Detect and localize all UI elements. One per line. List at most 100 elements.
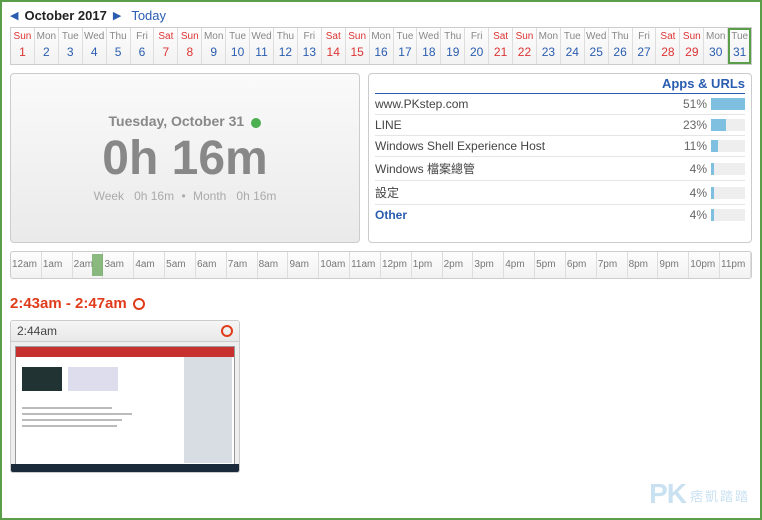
calendar-day[interactable]: Fri27: [633, 28, 657, 64]
date-nav: ◀ October 2017 ▶ Today: [10, 8, 752, 23]
day-of-week: Fri: [465, 30, 488, 44]
calendar-day[interactable]: Tue17: [394, 28, 418, 64]
calendar-day[interactable]: Thu26: [609, 28, 633, 64]
app-name: 設定: [375, 184, 673, 201]
hour-cell[interactable]: 8am: [258, 252, 289, 278]
day-number: 13: [298, 44, 321, 60]
calendar-day[interactable]: Thu19: [441, 28, 465, 64]
calendar-day[interactable]: Sun22: [513, 28, 537, 64]
day-number: 18: [417, 44, 440, 60]
calendar-day[interactable]: Sun29: [680, 28, 704, 64]
day-number: 6: [131, 44, 154, 60]
calendar-day[interactable]: Mon2: [35, 28, 59, 64]
calendar-day[interactable]: Wed11: [250, 28, 274, 64]
day-number: 30: [704, 44, 727, 60]
app-percent: 23%: [673, 118, 707, 132]
app-row-other[interactable]: Other4%: [375, 205, 745, 225]
day-number: 4: [83, 44, 106, 60]
today-button[interactable]: Today: [131, 8, 166, 23]
hour-cell[interactable]: 1am: [42, 252, 73, 278]
calendar-day[interactable]: Tue31: [728, 28, 751, 64]
calendar-day[interactable]: Tue3: [59, 28, 83, 64]
day-of-week: Sun: [513, 30, 536, 44]
calendar-day[interactable]: Wed4: [83, 28, 107, 64]
hour-cell[interactable]: 3pm: [473, 252, 504, 278]
hour-cell[interactable]: 7am: [227, 252, 258, 278]
day-number: 14: [322, 44, 345, 60]
apps-header[interactable]: Apps & URLs: [375, 76, 745, 94]
range-status-icon: [133, 298, 145, 310]
hour-cell[interactable]: 4pm: [504, 252, 535, 278]
day-of-week: Sun: [346, 30, 369, 44]
app-bar: [711, 119, 745, 131]
hour-cell[interactable]: 9pm: [658, 252, 689, 278]
day-of-week: Tue: [561, 30, 584, 44]
watermark: PK痞凱踏踏: [649, 478, 750, 510]
hour-cell[interactable]: 11pm: [720, 252, 751, 278]
screenshot-card[interactable]: 2:44am: [10, 320, 240, 473]
calendar-day[interactable]: Fri20: [465, 28, 489, 64]
app-row[interactable]: www.PKstep.com51%: [375, 94, 745, 115]
hour-cell[interactable]: 10pm: [689, 252, 720, 278]
calendar-day[interactable]: Fri13: [298, 28, 322, 64]
hour-cell[interactable]: 12am: [11, 252, 42, 278]
hour-cell[interactable]: 6pm: [566, 252, 597, 278]
calendar-day[interactable]: Sun1: [11, 28, 35, 64]
app-row[interactable]: 設定4%: [375, 181, 745, 205]
screenshot-status-icon: [221, 325, 233, 337]
next-month-button[interactable]: ▶: [113, 9, 121, 22]
prev-month-button[interactable]: ◀: [10, 9, 18, 22]
hour-cell[interactable]: 1pm: [412, 252, 443, 278]
hour-cell[interactable]: 9am: [288, 252, 319, 278]
calendar-day[interactable]: Thu12: [274, 28, 298, 64]
calendar-day[interactable]: Wed25: [585, 28, 609, 64]
day-number: 8: [178, 44, 201, 60]
calendar-day[interactable]: Sat14: [322, 28, 346, 64]
hour-cell[interactable]: 10am: [319, 252, 350, 278]
app-percent: 4%: [673, 208, 707, 222]
hour-cell[interactable]: 12pm: [381, 252, 412, 278]
app-row[interactable]: Windows 檔案總管4%: [375, 157, 745, 181]
calendar-day[interactable]: Mon23: [537, 28, 561, 64]
day-of-week: Sun: [11, 30, 34, 44]
calendar-day[interactable]: Sat28: [656, 28, 680, 64]
calendar-day[interactable]: Sun15: [346, 28, 370, 64]
day-number: 2: [35, 44, 58, 60]
hour-cell[interactable]: 6am: [196, 252, 227, 278]
hour-cell[interactable]: 5am: [165, 252, 196, 278]
hour-cell[interactable]: 11am: [350, 252, 381, 278]
hour-cell[interactable]: 7pm: [597, 252, 628, 278]
timeline-activity-marker[interactable]: [92, 254, 102, 276]
calendar-day[interactable]: Wed18: [417, 28, 441, 64]
day-number: 25: [585, 44, 608, 60]
calendar-day[interactable]: Tue10: [226, 28, 250, 64]
app-name: LINE: [375, 118, 673, 132]
day-number: 11: [250, 44, 273, 60]
calendar-day[interactable]: Mon30: [704, 28, 728, 64]
hour-cell[interactable]: 4am: [134, 252, 165, 278]
calendar-day[interactable]: Sun8: [178, 28, 202, 64]
separator-dot-icon: •: [181, 189, 185, 203]
day-of-week: Sat: [656, 30, 679, 44]
calendar-day[interactable]: Mon16: [370, 28, 394, 64]
hour-timeline[interactable]: 12am1am2am3am4am5am6am7am8am9am10am11am1…: [10, 251, 752, 279]
calendar-day[interactable]: Tue24: [561, 28, 585, 64]
hour-cell[interactable]: 3am: [103, 252, 134, 278]
calendar-day[interactable]: Thu5: [107, 28, 131, 64]
day-of-week: Mon: [370, 30, 393, 44]
calendar-day[interactable]: Fri6: [131, 28, 155, 64]
calendar-day[interactable]: Sat21: [489, 28, 513, 64]
hour-cell[interactable]: 5pm: [535, 252, 566, 278]
day-of-week: Tue: [59, 30, 82, 44]
hour-cell[interactable]: 8pm: [628, 252, 659, 278]
app-name: Windows 檔案總管: [375, 160, 673, 177]
calendar-day[interactable]: Mon9: [202, 28, 226, 64]
app-row[interactable]: LINE23%: [375, 115, 745, 136]
day-number: 26: [609, 44, 632, 60]
hour-cell[interactable]: 2pm: [443, 252, 474, 278]
day-number: 10: [226, 44, 249, 60]
calendar-day[interactable]: Sat7: [154, 28, 178, 64]
app-row[interactable]: Windows Shell Experience Host11%: [375, 136, 745, 157]
screenshot-thumbnail[interactable]: [11, 342, 239, 472]
month-label: October 2017: [24, 8, 106, 23]
